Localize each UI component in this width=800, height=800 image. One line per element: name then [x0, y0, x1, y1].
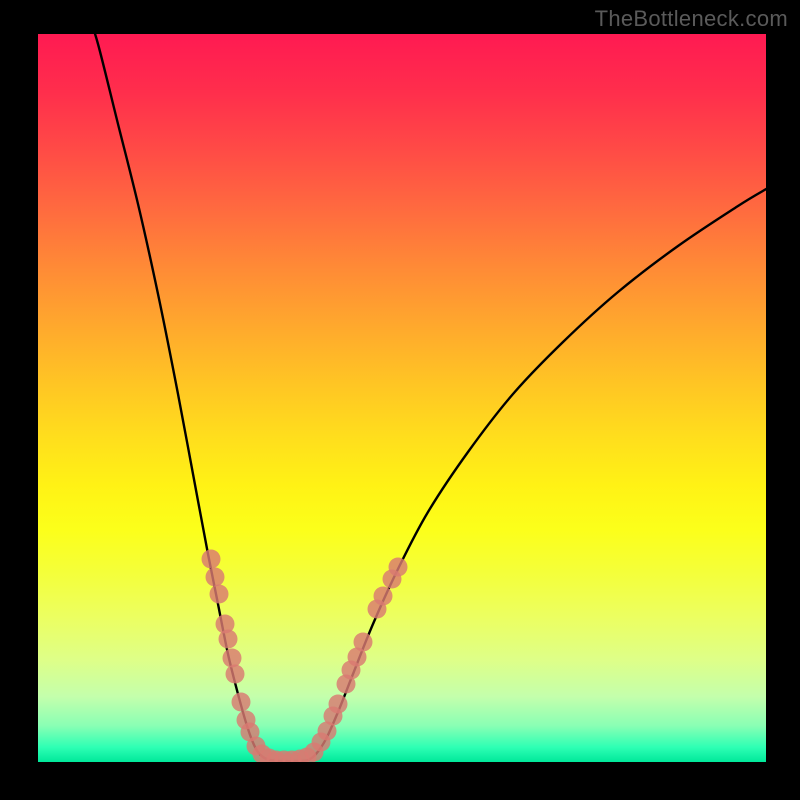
data-point — [389, 558, 408, 577]
chart-plot-area — [38, 34, 766, 762]
data-point — [354, 633, 373, 652]
watermark-text: TheBottleneck.com — [595, 6, 788, 32]
data-point — [374, 587, 393, 606]
data-point — [219, 630, 238, 649]
data-point — [226, 665, 245, 684]
bottleneck-curve-svg — [38, 34, 766, 762]
data-point — [232, 693, 251, 712]
data-point — [202, 550, 221, 569]
data-points-group — [202, 550, 408, 763]
data-point — [223, 649, 242, 668]
bottleneck-curve — [88, 34, 766, 761]
data-point — [206, 568, 225, 587]
data-point — [329, 695, 348, 714]
data-point — [210, 585, 229, 604]
